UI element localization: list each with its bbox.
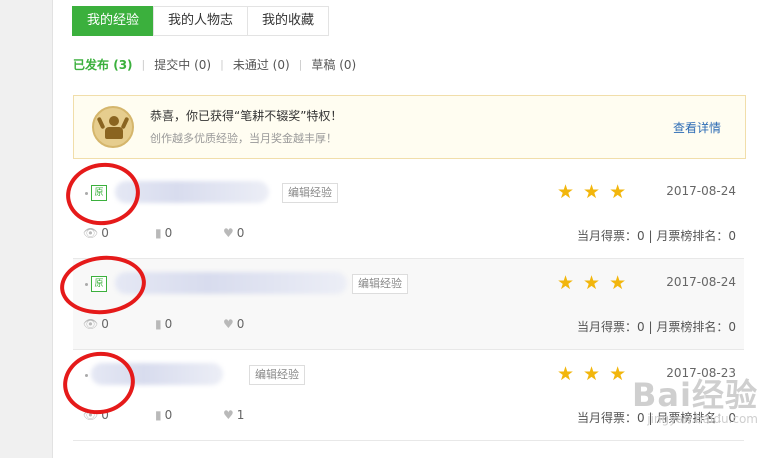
star-icon: ★ [557, 181, 575, 203]
bar-chart-icon: ▮ [155, 317, 162, 331]
award-banner: 恭喜，你已获得“笔耕不辍奖”特权！ 创作越多优质经验，当月奖金越丰厚！ 查看详情 [73, 95, 746, 159]
star-rating: ★ ★ ★ [557, 364, 635, 384]
view-count: 👁 0 [83, 226, 109, 240]
vote-count: ▮ 0 [155, 408, 173, 422]
experience-row: 原 编辑经验 ★ ★ ★ 2017-08-24 👁 0 ▮ 0 ♥ 0 当月得票：0 | … [73, 259, 744, 350]
filter-separator: | [220, 58, 224, 71]
status-filter-bar: 已发布 (3) | 提交中 (0) | 未通过 (0) | 草稿 (0) [73, 56, 356, 73]
star-icon: ★ [583, 363, 601, 385]
tab-bar: 我的经验 我的人物志 我的收藏 [72, 6, 330, 36]
blurred-title[interactable] [115, 272, 347, 294]
edit-experience-button[interactable]: 编辑经验 [282, 183, 338, 203]
publish-date: 2017-08-24 [666, 275, 736, 289]
star-icon: ★ [609, 363, 627, 385]
heart-icon: ♥ [223, 317, 234, 331]
view-details-link[interactable]: 查看详情 [673, 119, 721, 136]
heart-icon: ♥ [223, 226, 234, 240]
filter-rejected[interactable]: 未通过 (0) [233, 56, 290, 73]
eye-icon: 👁 [83, 226, 99, 240]
edit-experience-button[interactable]: 编辑经验 [249, 365, 305, 385]
like-count: ♥ 0 [223, 317, 245, 331]
left-sidebar [0, 0, 53, 458]
star-rating: ★ ★ ★ [557, 273, 635, 293]
filter-submitting[interactable]: 提交中 (0) [154, 56, 211, 73]
baidu-watermark: Bai经验 jingyan.baidu.com [632, 376, 758, 426]
edit-experience-button[interactable]: 编辑经验 [352, 274, 408, 294]
banner-subtitle: 创作越多优质经验，当月奖金越丰厚！ [150, 132, 337, 145]
star-icon: ★ [583, 272, 601, 294]
like-count: ♥ 1 [223, 408, 245, 422]
monthly-votes: 当月得票：0 | 月票榜排名：0 [577, 229, 736, 243]
star-icon: ★ [557, 272, 575, 294]
filter-published[interactable]: 已发布 (3) [73, 56, 133, 73]
tab-my-favorites[interactable]: 我的收藏 [247, 6, 330, 36]
experience-row: 原 编辑经验 ★ ★ ★ 2017-08-24 👁 0 ▮ 0 ♥ 0 当月得票：0 | … [73, 168, 744, 259]
bar-chart-icon: ▮ [155, 408, 162, 422]
filter-separator: | [141, 58, 146, 71]
star-rating: ★ ★ ★ [557, 182, 635, 202]
star-icon: ★ [583, 181, 601, 203]
star-icon: ★ [609, 272, 627, 294]
star-icon: ★ [609, 181, 627, 203]
award-medal-icon [92, 106, 134, 148]
banner-title: 恭喜，你已获得“笔耕不辍奖”特权！ [150, 109, 343, 123]
view-count: 👁 0 [83, 317, 109, 331]
vote-count: ▮ 0 [155, 226, 173, 240]
filter-separator: | [298, 58, 303, 71]
monthly-votes: 当月得票：0 | 月票榜排名：0 [577, 320, 736, 334]
publish-date: 2017-08-24 [666, 184, 736, 198]
eye-icon: 👁 [83, 317, 99, 331]
like-count: ♥ 0 [223, 226, 245, 240]
filter-drafts[interactable]: 草稿 (0) [311, 56, 356, 73]
tab-my-profile[interactable]: 我的人物志 [153, 6, 249, 36]
star-icon: ★ [557, 363, 575, 385]
bar-chart-icon: ▮ [155, 226, 162, 240]
vote-count: ▮ 0 [155, 317, 173, 331]
heart-icon: ♥ [223, 408, 234, 422]
tab-my-experience[interactable]: 我的经验 [72, 6, 155, 36]
